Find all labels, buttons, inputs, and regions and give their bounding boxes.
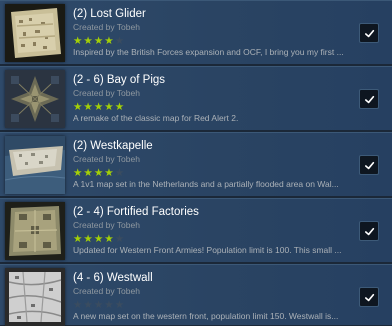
- subscribe-checkbox[interactable]: [359, 23, 379, 43]
- star-icon: ★: [83, 299, 94, 311]
- subscribe-checkbox[interactable]: [359, 287, 379, 307]
- star-icon: ★: [83, 233, 94, 245]
- star-icon: ★: [73, 299, 84, 311]
- map-preview-image: [5, 4, 65, 62]
- item-description: Updated for Western Front Armies! Popula…: [73, 245, 342, 255]
- star-icon: ★: [93, 101, 105, 113]
- star-icon: ★: [104, 101, 115, 113]
- star-icon: ★: [114, 299, 126, 311]
- star-icon: ★: [93, 35, 105, 47]
- map-thumbnail[interactable]: [5, 268, 65, 326]
- checkmark-icon: [364, 29, 374, 37]
- item-title[interactable]: (2 - 6) Bay of Pigs: [73, 74, 165, 86]
- star-icon: ★: [73, 167, 84, 179]
- checkmark-icon: [364, 95, 374, 103]
- subscribe-checkbox[interactable]: [359, 155, 379, 175]
- checkmark-icon: [364, 293, 374, 301]
- map-preview-image: [5, 136, 65, 194]
- star-rating: ★★★★★: [73, 163, 125, 179]
- star-icon: ★: [83, 167, 94, 179]
- star-icon: ★: [114, 167, 126, 179]
- item-title[interactable]: (2) Westkapelle: [73, 140, 153, 152]
- star-icon: ★: [114, 101, 126, 113]
- star-icon: ★: [73, 35, 84, 47]
- map-thumbnail[interactable]: [5, 202, 65, 260]
- workshop-item[interactable]: (2 - 6) Bay of Pigs Created by Tobeh ★★★…: [0, 66, 392, 130]
- item-title[interactable]: (2 - 4) Fortified Factories: [73, 206, 199, 218]
- item-title[interactable]: (2) Lost Glider: [73, 8, 146, 20]
- star-icon: ★: [114, 233, 126, 245]
- star-icon: ★: [114, 35, 126, 47]
- subscribe-checkbox[interactable]: [359, 221, 379, 241]
- star-icon: ★: [104, 233, 115, 245]
- checkmark-icon: [364, 227, 374, 235]
- workshop-item-list: (2) Lost Glider Created by Tobeh ★★★★★ I…: [0, 0, 392, 326]
- map-thumbnail[interactable]: [5, 4, 65, 62]
- star-icon: ★: [93, 167, 105, 179]
- star-icon: ★: [73, 101, 84, 113]
- map-preview-image: [5, 70, 65, 128]
- star-icon: ★: [93, 233, 105, 245]
- workshop-item[interactable]: (2 - 4) Fortified Factories Created by T…: [0, 198, 392, 262]
- item-title[interactable]: (4 - 6) Westwall: [73, 272, 153, 284]
- star-icon: ★: [104, 299, 115, 311]
- star-icon: ★: [93, 299, 105, 311]
- star-rating: ★★★★★: [73, 229, 125, 245]
- star-rating: ★★★★★: [73, 31, 125, 47]
- star-rating: ★★★★★: [73, 97, 125, 113]
- map-thumbnail[interactable]: [5, 70, 65, 128]
- map-preview-image: [5, 202, 65, 260]
- star-icon: ★: [104, 167, 115, 179]
- item-description: A 1v1 map set in the Netherlands and a p…: [73, 179, 339, 189]
- workshop-item[interactable]: (2) Westkapelle Created by Tobeh ★★★★★ A…: [0, 132, 392, 196]
- map-preview-image: [5, 268, 65, 326]
- item-description: Inspired by the British Forces expansion…: [73, 47, 344, 57]
- checkmark-icon: [364, 161, 374, 169]
- subscribe-checkbox[interactable]: [359, 89, 379, 109]
- star-icon: ★: [83, 101, 94, 113]
- item-description: A remake of the classic map for Red Aler…: [73, 113, 239, 123]
- workshop-item[interactable]: (2) Lost Glider Created by Tobeh ★★★★★ I…: [0, 0, 392, 64]
- star-icon: ★: [104, 35, 115, 47]
- map-thumbnail[interactable]: [5, 136, 65, 194]
- star-icon: ★: [83, 35, 94, 47]
- star-icon: ★: [73, 233, 84, 245]
- item-description: A new map set on the western front, popu…: [73, 311, 339, 321]
- star-rating: ★★★★★: [73, 295, 125, 311]
- workshop-item[interactable]: (4 - 6) Westwall Created by Tobeh ★★★★★ …: [0, 264, 392, 326]
